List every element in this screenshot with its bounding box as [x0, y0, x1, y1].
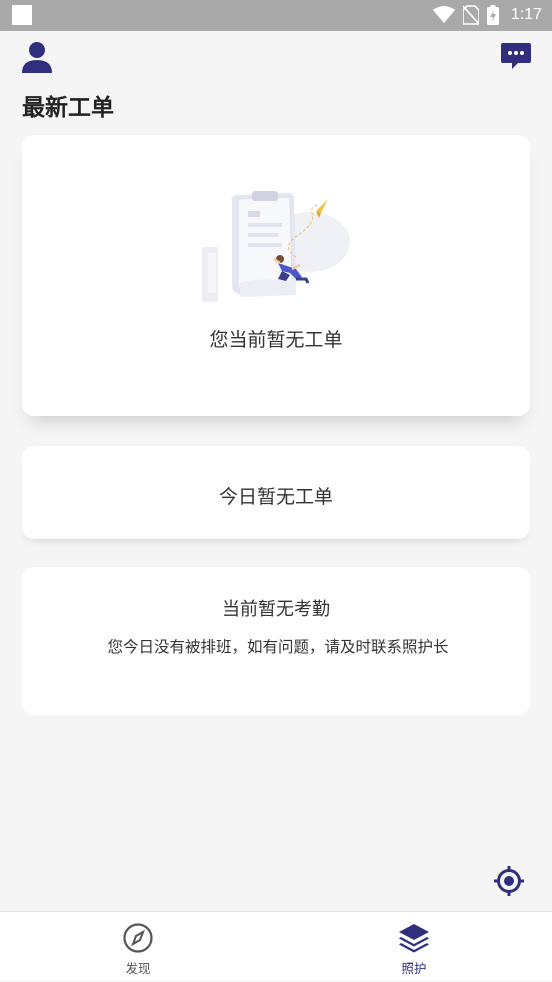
attendance-card: 当前暂无考勤 您今日没有被排班，如有问题，请及时联系照护长	[22, 567, 530, 715]
compass-icon	[123, 923, 153, 953]
user-icon	[22, 42, 52, 73]
empty-work-orders-text: 您当前暂无工单	[209, 329, 343, 351]
no-sim-icon	[462, 5, 479, 25]
work-orders-card: 您当前暂无工单	[22, 135, 530, 416]
message-button[interactable]	[500, 42, 532, 72]
locate-button[interactable]	[493, 865, 525, 897]
top-bar	[0, 31, 552, 81]
status-time: 1:17	[510, 6, 542, 23]
notification-square-icon	[12, 5, 32, 25]
attendance-description: 您今日没有被排班，如有问题，请及时联系照护长	[107, 638, 449, 656]
empty-clipboard-illustration	[202, 191, 350, 302]
chat-bubble-icon	[501, 43, 531, 69]
nav-discover[interactable]: 发现	[78, 912, 198, 982]
battery-charging-icon	[486, 5, 499, 25]
bottom-nav: 发现 照护	[0, 911, 552, 981]
status-bar: 1:17	[0, 0, 552, 31]
status-icons: 1:17	[432, 4, 542, 26]
profile-button[interactable]	[20, 40, 54, 74]
page-title: 最新工单	[22, 95, 114, 121]
wifi-icon	[432, 6, 455, 23]
nav-care-label: 照护	[401, 961, 427, 976]
nav-discover-label: 发现	[125, 961, 151, 976]
nav-care[interactable]: 照护	[354, 912, 474, 982]
today-card[interactable]: 今日暂无工单	[22, 446, 530, 539]
layers-icon	[399, 924, 429, 953]
today-status-text: 今日暂无工单	[218, 486, 333, 508]
locate-icon	[494, 866, 524, 896]
attendance-title: 当前暂无考勤	[222, 599, 330, 620]
